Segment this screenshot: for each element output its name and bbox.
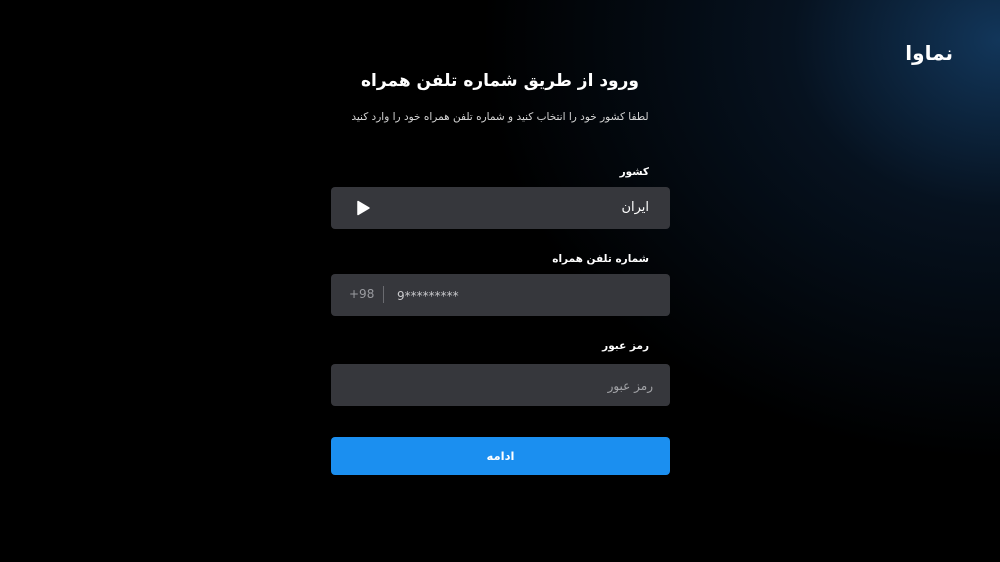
country-code-prefix: +98 [349,287,375,301]
phone-label: شماره تلفن همراه [552,253,649,265]
phone-input[interactable] [395,274,654,318]
password-label: رمز عبور [602,340,649,352]
play-icon [357,200,370,216]
prefix-divider [383,286,384,303]
page-subtitle: لطفا کشور خود را انتخاب کنید و شماره تلف… [351,111,649,123]
country-select[interactable]: ایران [331,187,670,229]
login-page: نماوا ورود از طریق شماره تلفن همراه لطفا… [0,0,1000,562]
password-input[interactable] [347,364,655,408]
page-title: ورود از طریق شماره تلفن همراه [361,71,639,91]
logo-text: نماوا [905,41,953,65]
brand-logo: نماوا [905,40,953,66]
phone-field: +98 [331,274,670,318]
continue-button[interactable]: ادامه [331,437,670,475]
country-value: ایران [621,200,649,215]
country-label: کشور [619,166,649,178]
password-field [331,364,670,408]
